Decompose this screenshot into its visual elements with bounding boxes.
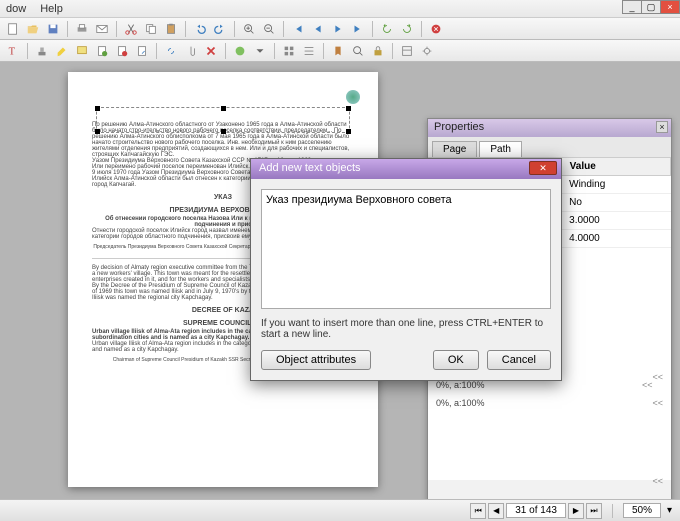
- properties-title: Properties: [434, 121, 484, 133]
- dropdown-icon[interactable]: [251, 42, 269, 60]
- highlight-icon[interactable]: [53, 42, 71, 60]
- page-insert-icon[interactable]: [93, 42, 111, 60]
- zoom-in-icon[interactable]: [240, 20, 258, 38]
- page-nav: ⏮ ◀ 31 of 143 ▶ ⏭: [470, 503, 602, 519]
- text-tool-icon[interactable]: T: [4, 42, 22, 60]
- selection-box[interactable]: [96, 107, 350, 133]
- page-extract-icon[interactable]: [133, 42, 151, 60]
- open-icon[interactable]: [24, 20, 42, 38]
- toolbar-main: [0, 18, 680, 40]
- note-icon[interactable]: [73, 42, 91, 60]
- link-icon[interactable]: [162, 42, 180, 60]
- window-controls: _ ▢ ×: [623, 0, 680, 14]
- page-logo-icon: [346, 90, 360, 104]
- stamp-icon[interactable]: [33, 42, 51, 60]
- tab-path[interactable]: Path: [479, 141, 522, 157]
- nav-last-icon[interactable]: ⏭: [586, 503, 602, 519]
- properties-tabs: Page Path: [428, 137, 671, 157]
- cancel-button[interactable]: Cancel: [487, 350, 551, 370]
- menubar: dow Help: [0, 0, 680, 18]
- lock-icon[interactable]: [369, 42, 387, 60]
- zoom-dropdown-icon[interactable]: ▾: [667, 505, 672, 516]
- paste-icon[interactable]: [162, 20, 180, 38]
- text-input[interactable]: [261, 189, 551, 309]
- color-icon[interactable]: [231, 42, 249, 60]
- properties-close-icon[interactable]: ×: [656, 121, 668, 133]
- cut-icon[interactable]: [122, 20, 140, 38]
- bookmark-icon[interactable]: [329, 42, 347, 60]
- gear-icon[interactable]: [418, 42, 436, 60]
- nav-prev-icon[interactable]: ◀: [488, 503, 504, 519]
- extra-row: <<: [428, 472, 671, 480]
- list-icon[interactable]: [300, 42, 318, 60]
- rotate-right-icon[interactable]: [398, 20, 416, 38]
- delete-icon[interactable]: [427, 20, 445, 38]
- page-delete-icon[interactable]: [113, 42, 131, 60]
- svg-text:T: T: [9, 46, 16, 57]
- close-button[interactable]: ×: [660, 0, 680, 14]
- first-icon[interactable]: [289, 20, 307, 38]
- next-icon[interactable]: [329, 20, 347, 38]
- prop-value[interactable]: No: [561, 194, 670, 212]
- nav-first-icon[interactable]: ⏮: [470, 503, 486, 519]
- col-value[interactable]: Value: [561, 158, 670, 176]
- prop-value[interactable]: 3.0000: [561, 212, 670, 230]
- ok-button[interactable]: OK: [433, 350, 479, 370]
- extra-row: 0%, a:100%<<: [428, 394, 671, 412]
- new-icon[interactable]: [4, 20, 22, 38]
- dialog-hint: If you want to insert more than one line…: [261, 318, 551, 340]
- nav-next-icon[interactable]: ▶: [568, 503, 584, 519]
- prop-value[interactable]: Winding: [561, 176, 670, 194]
- attach-icon[interactable]: [182, 42, 200, 60]
- save-icon[interactable]: [44, 20, 62, 38]
- prev-icon[interactable]: [309, 20, 327, 38]
- toolbar-secondary: T: [0, 40, 680, 62]
- page-info[interactable]: 31 of 143: [506, 503, 566, 518]
- copy-icon[interactable]: [142, 20, 160, 38]
- redo-icon[interactable]: [211, 20, 229, 38]
- properties-titlebar[interactable]: Properties ×: [428, 119, 671, 137]
- props-icon[interactable]: [398, 42, 416, 60]
- print-icon[interactable]: [73, 20, 91, 38]
- zoom-out-icon[interactable]: [260, 20, 278, 38]
- statusbar: ⏮ ◀ 31 of 143 ▶ ⏭ 50% ▾: [0, 499, 680, 521]
- dialog-close-icon[interactable]: ✕: [529, 161, 557, 175]
- dialog-title: Add new text objects: [259, 162, 361, 174]
- object-attributes-button[interactable]: Object attributes: [261, 350, 371, 370]
- minimize-button[interactable]: _: [622, 0, 642, 14]
- prop-value[interactable]: 4.0000: [561, 230, 670, 248]
- tab-page[interactable]: Page: [432, 141, 477, 157]
- maximize-button[interactable]: ▢: [641, 0, 661, 14]
- zoom-level[interactable]: 50%: [623, 503, 661, 518]
- dialog-titlebar[interactable]: Add new text objects ✕: [251, 159, 561, 179]
- menu-window[interactable]: dow: [6, 3, 26, 15]
- menu-help[interactable]: Help: [40, 3, 63, 15]
- rotate-left-icon[interactable]: [378, 20, 396, 38]
- search-icon[interactable]: [349, 42, 367, 60]
- mail-icon[interactable]: [93, 20, 111, 38]
- undo-icon[interactable]: [191, 20, 209, 38]
- delete2-icon[interactable]: [202, 42, 220, 60]
- last-icon[interactable]: [349, 20, 367, 38]
- grid-icon[interactable]: [280, 42, 298, 60]
- add-text-dialog: Add new text objects ✕ If you want to in…: [250, 158, 562, 381]
